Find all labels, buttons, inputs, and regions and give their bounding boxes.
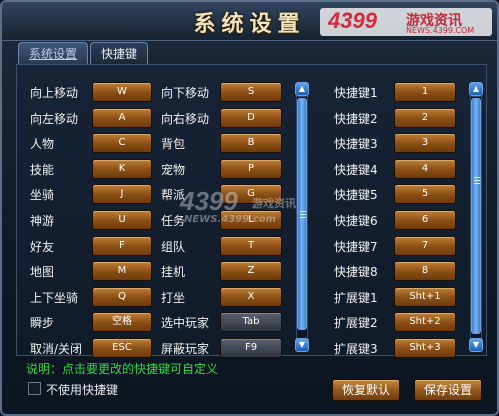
hotkey-button[interactable]: C bbox=[92, 133, 152, 153]
hotkey-label: 神游 bbox=[30, 214, 55, 228]
hotkey-button[interactable]: F9 bbox=[220, 338, 282, 358]
hotkey-button[interactable]: Tab bbox=[220, 312, 282, 332]
hotkey-label: 向下移动 bbox=[161, 86, 210, 100]
hotkey-label: 快捷键2 bbox=[334, 112, 378, 126]
hotkey-button[interactable]: 8 bbox=[394, 261, 456, 281]
hotkey-button[interactable]: J bbox=[92, 184, 152, 204]
hotkey-button[interactable]: A bbox=[92, 108, 152, 128]
disable-hotkeys-checkbox[interactable] bbox=[28, 382, 41, 395]
hotkey-button[interactable]: 3 bbox=[394, 133, 456, 153]
hotkey-button[interactable]: 空格 bbox=[92, 312, 152, 332]
center-watermark: 4399 游戏资讯 NEWS.4399.com bbox=[180, 186, 350, 230]
watermark-brand: 4399 bbox=[328, 8, 377, 33]
hotkey-button[interactable]: 5 bbox=[394, 184, 456, 204]
hotkey-label: 宠物 bbox=[161, 163, 186, 177]
hotkey-label: 快捷键7 bbox=[334, 240, 378, 254]
hotkey-label: 瞬步 bbox=[30, 316, 55, 330]
tab-hotkeys[interactable]: 快捷键 bbox=[90, 42, 149, 65]
hotkey-label: 好友 bbox=[30, 240, 55, 254]
hint-text: 说明：点击要更改的快捷键可自定义 bbox=[26, 362, 219, 376]
tab-system-settings[interactable]: 系统设置 bbox=[18, 42, 89, 65]
hotkey-label: 快捷键4 bbox=[334, 163, 378, 177]
hotkey-label: 向左移动 bbox=[30, 112, 79, 126]
hotkey-label: 扩展键1 bbox=[334, 291, 378, 305]
arrow-down-icon[interactable]: ▼ bbox=[295, 338, 309, 352]
hotkey-button[interactable]: 6 bbox=[394, 210, 456, 230]
hotkey-button[interactable]: Sht+2 bbox=[394, 312, 456, 332]
hotkey-button[interactable]: Sht+1 bbox=[394, 287, 456, 307]
hotkey-label: 快捷键3 bbox=[334, 137, 378, 151]
hotkey-button[interactable]: F bbox=[92, 236, 152, 256]
hotkey-label: 向上移动 bbox=[30, 86, 79, 100]
hotkey-label: 坐骑 bbox=[30, 188, 55, 202]
hotkey-label: 挂机 bbox=[161, 265, 186, 279]
hotkey-button[interactable]: B bbox=[220, 133, 282, 153]
hotkey-label: 组队 bbox=[161, 240, 186, 254]
title-bar: 系统设置 4399 游戏资讯 NEWS.4399.COM bbox=[2, 2, 497, 41]
hotkey-label: 人物 bbox=[30, 137, 55, 151]
hotkey-button[interactable]: 1 bbox=[394, 82, 456, 102]
hotkey-button[interactable]: 7 bbox=[394, 236, 456, 256]
watermark-url: NEWS.4399.COM bbox=[406, 26, 475, 35]
arrow-down-icon[interactable]: ▼ bbox=[469, 338, 483, 352]
hotkey-label: 技能 bbox=[30, 163, 55, 177]
save-settings-button[interactable]: 保存设置 bbox=[414, 379, 482, 401]
hotkey-button[interactable]: ESC bbox=[92, 338, 152, 358]
hotkey-label: 快捷键1 bbox=[334, 86, 378, 100]
hotkey-button[interactable]: Q bbox=[92, 287, 152, 307]
center-watermark-brand: 4399 bbox=[180, 186, 238, 216]
hotkey-label: 选中玩家 bbox=[161, 316, 210, 330]
hotkey-label: 背包 bbox=[161, 137, 186, 151]
arrow-up-icon[interactable]: ▲ bbox=[469, 82, 483, 96]
hotkey-label: 扩展键2 bbox=[334, 316, 378, 330]
hotkey-label: 打坐 bbox=[161, 291, 186, 305]
hotkey-label: 快捷键8 bbox=[334, 265, 378, 279]
settings-window: 系统设置 4399 游戏资讯 NEWS.4399.COM 系统设置 快捷键 向上… bbox=[0, 0, 499, 416]
center-watermark-site: 游戏资讯 bbox=[252, 197, 296, 210]
hotkey-label: 上下坐骑 bbox=[30, 291, 79, 305]
hotkey-button[interactable]: X bbox=[220, 287, 282, 307]
hotkey-button[interactable]: T bbox=[220, 236, 282, 256]
hotkey-button[interactable]: M bbox=[92, 261, 152, 281]
hotkey-button[interactable]: 4 bbox=[394, 159, 456, 179]
arrow-up-icon[interactable]: ▲ bbox=[295, 82, 309, 96]
scrollbar-thumb[interactable] bbox=[471, 98, 481, 334]
hotkey-label: 向右移动 bbox=[161, 112, 210, 126]
center-watermark-url: NEWS.4399.com bbox=[184, 214, 277, 225]
hotkey-button[interactable]: W bbox=[92, 82, 152, 102]
hotkey-button[interactable]: D bbox=[220, 108, 282, 128]
hotkey-button[interactable]: Sht+3 bbox=[394, 338, 456, 358]
hotkey-button[interactable]: Z bbox=[220, 261, 282, 281]
hotkey-button[interactable]: U bbox=[92, 210, 152, 230]
hotkey-button[interactable]: P bbox=[220, 159, 282, 179]
hotkey-label: 屏蔽玩家 bbox=[161, 342, 210, 356]
watermark-logo: 4399 游戏资讯 NEWS.4399.COM bbox=[320, 8, 492, 36]
hotkey-label: 取消/关闭 bbox=[30, 342, 83, 356]
hotkey-button[interactable]: K bbox=[92, 159, 152, 179]
hotkey-button[interactable]: 2 bbox=[394, 108, 456, 128]
hotkey-button[interactable]: S bbox=[220, 82, 282, 102]
restore-defaults-button[interactable]: 恢复默认 bbox=[332, 379, 400, 401]
hotkey-label: 地图 bbox=[30, 265, 55, 279]
hotkey-label: 扩展键3 bbox=[334, 342, 378, 356]
disable-hotkeys-label: 不使用快捷键 bbox=[46, 383, 119, 397]
